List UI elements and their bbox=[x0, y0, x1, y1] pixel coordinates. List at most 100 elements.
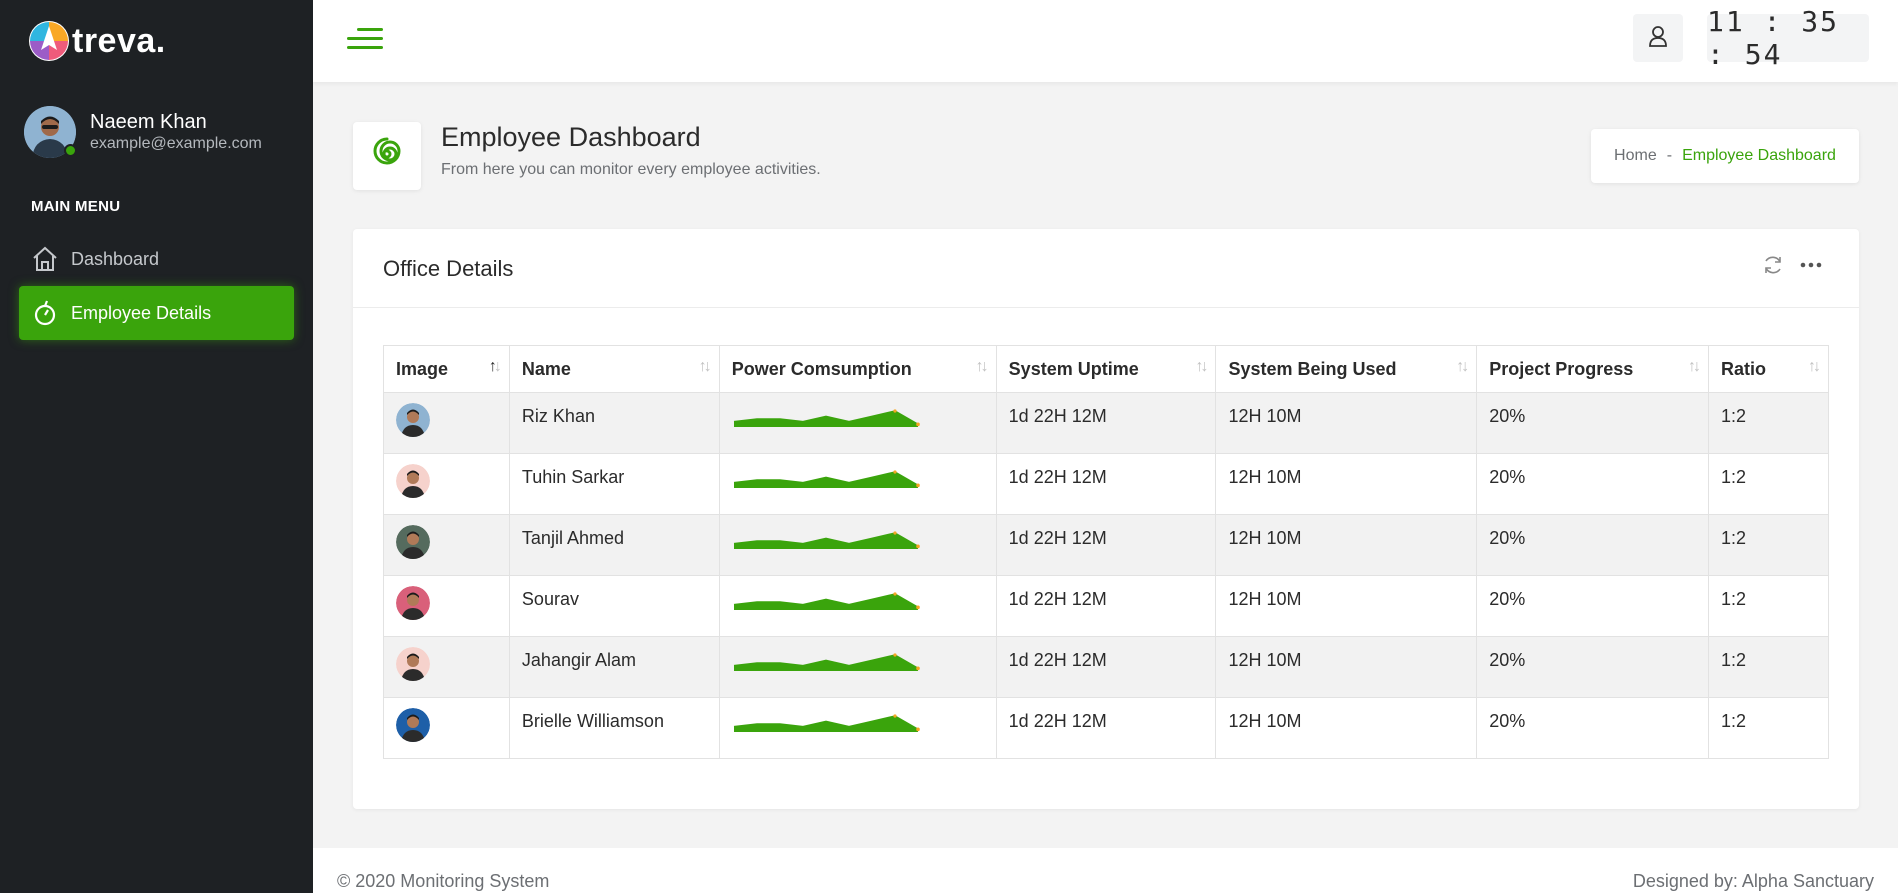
column-header-progress[interactable]: Project Progress ↑↓ bbox=[1476, 345, 1710, 393]
cell-progress: 20% bbox=[1476, 636, 1710, 698]
cell-uptime: 1d 22H 12M bbox=[995, 392, 1217, 454]
sort-icon[interactable]: ↑↓ bbox=[699, 358, 712, 376]
cell-uptime: 1d 22H 12M bbox=[995, 636, 1217, 698]
cell-ratio: 1:2 bbox=[1708, 514, 1829, 576]
cell-image bbox=[383, 697, 510, 759]
menu-title: MAIN MENU bbox=[31, 198, 121, 215]
cell-ratio: 1:2 bbox=[1708, 636, 1829, 698]
cell-progress: 20% bbox=[1476, 575, 1710, 637]
employee-table: Image ↑↓ Name ↑↓ Power Comsumption ↑↓ Syste… bbox=[383, 345, 1829, 759]
brand-name: treva. bbox=[72, 21, 166, 60]
table-header-row: Image ↑↓ Name ↑↓ Power Comsumption ↑↓ Syste… bbox=[383, 345, 1829, 393]
cell-name: Tuhin Sarkar bbox=[508, 453, 720, 515]
cell-image bbox=[383, 575, 510, 637]
sort-icon[interactable]: ↑↓ bbox=[1195, 358, 1208, 376]
sidebar: treva. Naeem Khan example@example.com MA… bbox=[0, 0, 313, 893]
power-sparkline bbox=[733, 531, 920, 549]
sort-icon[interactable]: ↑↓ bbox=[1808, 358, 1821, 376]
column-header-uptime[interactable]: System Uptime ↑↓ bbox=[995, 345, 1217, 393]
cell-name: Sourav bbox=[508, 575, 720, 637]
avatar bbox=[24, 106, 77, 158]
power-sparkline bbox=[733, 470, 920, 488]
avatar bbox=[396, 647, 430, 681]
avatar bbox=[396, 464, 430, 498]
footer: © 2020 Monitoring System Designed by: Al… bbox=[313, 848, 1898, 893]
user-name: Naeem Khan bbox=[90, 111, 207, 133]
sort-icon[interactable]: ↑↓ bbox=[976, 358, 989, 376]
column-header-image[interactable]: Image ↑↓ bbox=[383, 345, 510, 393]
cell-power-consumption bbox=[718, 453, 997, 515]
home-icon bbox=[31, 245, 59, 273]
cell-power-consumption bbox=[718, 575, 997, 637]
refresh-icon[interactable] bbox=[1761, 253, 1785, 277]
sidebar-item-employee-details[interactable]: Employee Details bbox=[19, 286, 294, 340]
table-row[interactable]: Brielle Williamson 1d 22H 12M 12H 10M 20% 1:… bbox=[383, 697, 1829, 759]
cell-ratio: 1:2 bbox=[1708, 575, 1829, 637]
avatar bbox=[396, 525, 430, 559]
footer-credit: Designed by: Alpha Sanctuary bbox=[1632, 871, 1874, 891]
avatar bbox=[396, 403, 430, 437]
cell-uptime: 1d 22H 12M bbox=[995, 514, 1217, 576]
clock-display: 11 : 35 : 54 bbox=[1707, 5, 1869, 71]
cell-system-used: 12H 10M bbox=[1215, 636, 1478, 698]
user-profile[interactable]: Naeem Khan example@example.com bbox=[24, 106, 262, 158]
column-header-name[interactable]: Name ↑↓ bbox=[508, 345, 720, 393]
cell-uptime: 1d 22H 12M bbox=[995, 453, 1217, 515]
sort-icon[interactable]: ↑↓ bbox=[1456, 358, 1469, 376]
avatar bbox=[396, 708, 430, 742]
sidebar-item-label: Dashboard bbox=[71, 248, 160, 269]
office-details-card: Office Details Image ↑↓ Name ↑↓ Power Coms… bbox=[353, 229, 1859, 809]
cell-image bbox=[383, 453, 510, 515]
sort-icon[interactable]: ↑↓ bbox=[1688, 358, 1701, 376]
avatar bbox=[396, 586, 430, 620]
column-header-power[interactable]: Power Comsumption ↑↓ bbox=[718, 345, 997, 393]
sidebar-item-label: Employee Details bbox=[71, 302, 212, 323]
power-sparkline bbox=[733, 592, 920, 610]
cell-power-consumption bbox=[718, 636, 997, 698]
cell-uptime: 1d 22H 12M bbox=[995, 697, 1217, 759]
cell-image bbox=[383, 392, 510, 454]
cell-power-consumption bbox=[718, 392, 997, 454]
user-email: example@example.com bbox=[90, 135, 262, 152]
cell-ratio: 1:2 bbox=[1708, 392, 1829, 454]
card-header: Office Details bbox=[353, 229, 1859, 308]
table-row[interactable]: Tuhin Sarkar 1d 22H 12M 12H 10M 20% 1:2 bbox=[383, 453, 1829, 515]
cell-power-consumption bbox=[718, 514, 997, 576]
column-header-system-used[interactable]: System Being Used ↑↓ bbox=[1215, 345, 1478, 393]
cell-name: Jahangir Alam bbox=[508, 636, 720, 698]
cell-system-used: 12H 10M bbox=[1215, 514, 1478, 576]
cell-progress: 20% bbox=[1476, 697, 1710, 759]
logo[interactable]: treva. bbox=[28, 20, 166, 62]
page-icon bbox=[353, 122, 421, 190]
power-sparkline bbox=[733, 409, 920, 427]
spiral-icon bbox=[369, 136, 405, 177]
column-header-ratio[interactable]: Ratio ↑↓ bbox=[1708, 345, 1829, 393]
table-row[interactable]: Tanjil Ahmed 1d 22H 12M 12H 10M 20% 1:2 bbox=[383, 514, 1829, 576]
power-sparkline bbox=[733, 714, 920, 732]
cell-ratio: 1:2 bbox=[1708, 453, 1829, 515]
table-row[interactable]: Riz Khan 1d 22H 12M 12H 10M 20% 1:2 bbox=[383, 392, 1829, 454]
cell-image bbox=[383, 514, 510, 576]
sidebar-item-dashboard[interactable]: Dashboard bbox=[19, 232, 294, 286]
breadcrumb-separator: - bbox=[1666, 147, 1673, 164]
card-title: Office Details bbox=[383, 256, 514, 281]
cell-name: Brielle Williamson bbox=[508, 697, 720, 759]
page-subtitle: From here you can monitor every employee… bbox=[441, 161, 821, 178]
cell-image bbox=[383, 636, 510, 698]
table-row[interactable]: Jahangir Alam 1d 22H 12M 12H 10M 20% 1:2 bbox=[383, 636, 1829, 698]
menu-toggle-icon[interactable] bbox=[343, 24, 383, 54]
cell-system-used: 12H 10M bbox=[1215, 392, 1478, 454]
footer-copyright: © 2020 Monitoring System bbox=[337, 871, 550, 891]
top-bar: 11 : 35 : 54 bbox=[313, 0, 1898, 82]
breadcrumb: Home - Employee Dashboard bbox=[1591, 129, 1859, 183]
more-options-icon[interactable] bbox=[1799, 253, 1823, 277]
cell-progress: 20% bbox=[1476, 392, 1710, 454]
breadcrumb-home-link[interactable]: Home bbox=[1614, 147, 1657, 165]
breadcrumb-current: Employee Dashboard bbox=[1682, 147, 1836, 164]
user-account-button[interactable] bbox=[1633, 14, 1683, 62]
cell-uptime: 1d 22H 12M bbox=[995, 575, 1217, 637]
sort-icon[interactable]: ↑↓ bbox=[489, 358, 502, 376]
table-row[interactable]: Sourav 1d 22H 12M 12H 10M 20% 1:2 bbox=[383, 575, 1829, 637]
employee-icon bbox=[31, 299, 59, 327]
cell-ratio: 1:2 bbox=[1708, 697, 1829, 759]
